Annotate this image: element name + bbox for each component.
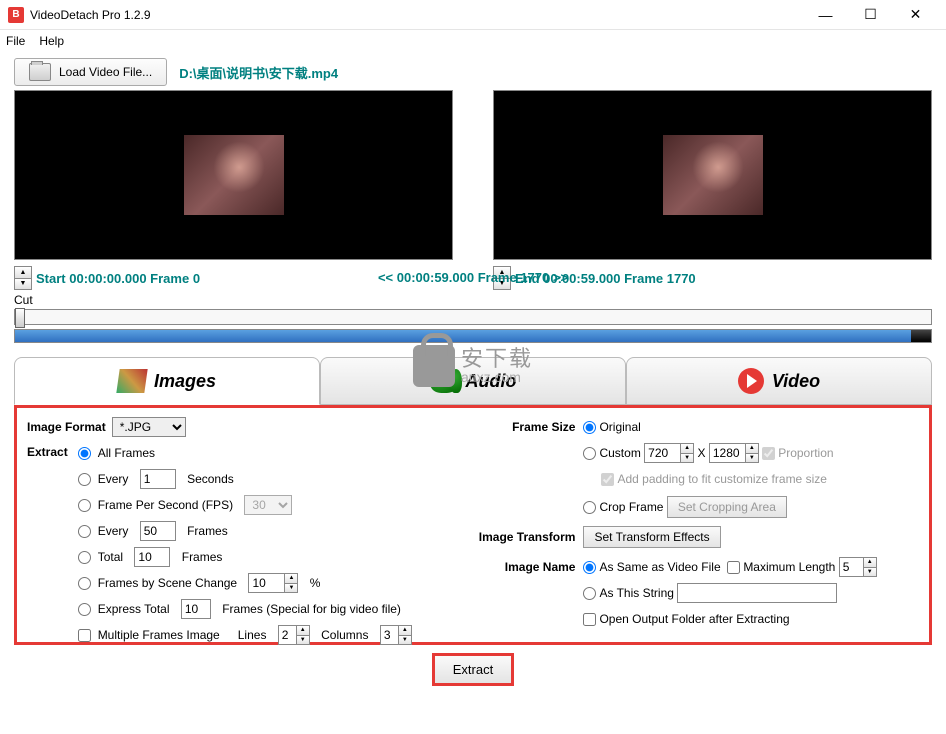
close-button[interactable]: ✕ [893,1,938,29]
menu-file[interactable]: File [6,34,25,48]
radio-every-frames[interactable] [78,525,91,538]
file-path: D:\桌面\说明书\安下载.mp4 [179,63,338,82]
image-format-select[interactable]: *.JPG [112,417,186,437]
tab-images[interactable]: Images [14,357,320,405]
radio-crop[interactable] [583,501,596,514]
every-frames-input[interactable] [140,521,176,541]
radio-name-same[interactable] [583,561,596,574]
check-open-folder[interactable] [583,613,596,626]
height-input[interactable]: ▲▼ [709,443,759,463]
radio-every-seconds[interactable] [78,473,91,486]
total-frames-input[interactable] [134,547,170,567]
max-length-input[interactable]: ▲▼ [839,557,877,577]
start-frame-spinner[interactable]: ▲▼ [14,266,32,290]
extract-label: Extract [27,445,68,650]
express-input[interactable] [181,599,211,619]
app-icon: B [8,7,24,23]
crop-area-button[interactable]: Set Cropping Area [667,496,787,518]
radio-all-frames[interactable] [78,447,91,460]
radio-express-total[interactable] [78,603,91,616]
radio-fps[interactable] [78,499,91,512]
images-icon [116,369,147,393]
minimize-button[interactable]: — [803,1,848,29]
fps-select[interactable]: 30 [244,495,292,515]
tab-audio[interactable]: Audio [320,357,626,405]
check-multi-frames[interactable] [78,629,91,642]
radio-name-string[interactable] [583,587,596,600]
extract-button[interactable]: Extract [432,653,514,686]
slider-handle[interactable] [15,308,25,328]
lines-input[interactable]: ▲▼ [278,625,310,645]
start-time-label: Start 00:00:00.000 Frame 0 [36,271,200,286]
frame-size-label: Frame Size [467,420,575,434]
range-bar[interactable] [14,329,932,343]
end-preview [493,90,932,260]
radio-original[interactable] [583,421,596,434]
transform-button[interactable]: Set Transform Effects [583,526,720,548]
menu-help[interactable]: Help [39,34,64,48]
width-input[interactable]: ▲▼ [644,443,694,463]
name-string-input[interactable] [677,583,837,603]
image-format-label: Image Format [27,420,106,434]
scene-pct-input[interactable]: ▲▼ [248,573,298,593]
start-preview [14,90,453,260]
check-proportion [762,447,775,460]
every-seconds-input[interactable] [140,469,176,489]
video-icon [738,368,764,394]
maximize-button[interactable]: ☐ [848,1,893,29]
position-slider[interactable] [14,309,932,325]
image-name-label: Image Name [467,560,575,574]
folder-icon [29,63,51,81]
check-padding [601,473,614,486]
audio-icon [430,369,458,393]
tab-video[interactable]: Video [626,357,932,405]
radio-custom[interactable] [583,447,596,460]
load-video-label: Load Video File... [59,65,152,79]
load-video-button[interactable]: Load Video File... [14,58,167,86]
radio-total[interactable] [78,551,91,564]
window-title: VideoDetach Pro 1.2.9 [30,8,803,22]
radio-scene-change[interactable] [78,577,91,590]
columns-input[interactable]: ▲▼ [380,625,412,645]
cut-label: Cut [14,293,33,307]
check-max-length[interactable] [727,561,740,574]
transform-label: Image Transform [467,530,575,544]
